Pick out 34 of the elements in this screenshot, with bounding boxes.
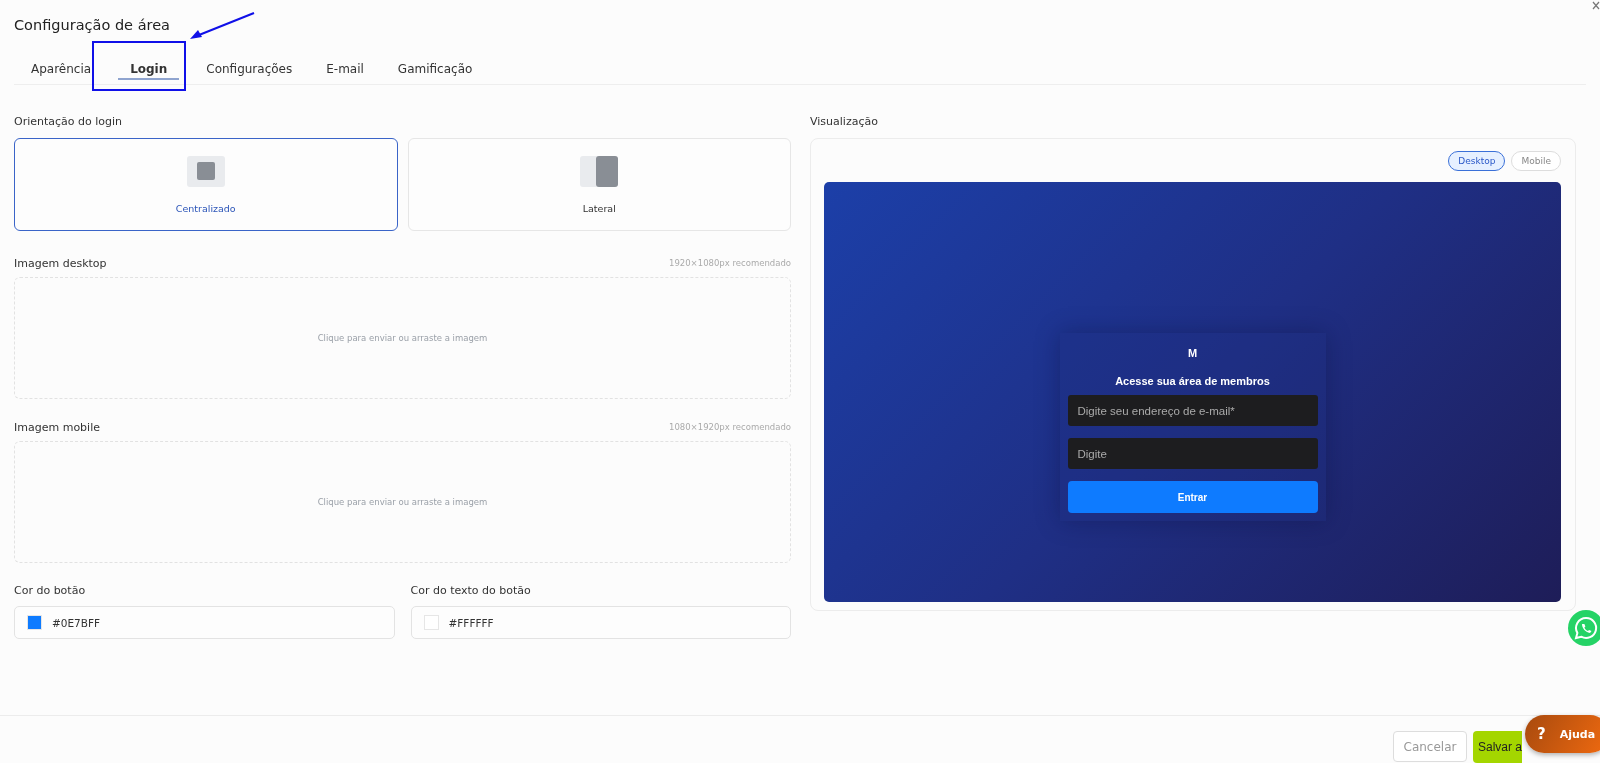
email-input[interactable]: Digite seu endereço de e-mail* bbox=[1067, 395, 1318, 426]
size-hint: 1920×1080px recomendado bbox=[668, 258, 791, 268]
save-button[interactable]: Salvar a bbox=[1473, 731, 1522, 763]
color-swatch[interactable] bbox=[423, 615, 439, 630]
centered-layout-icon bbox=[186, 155, 225, 187]
field-label: Cor do texto do botão bbox=[410, 584, 532, 598]
section-label: Visualização bbox=[810, 115, 879, 129]
close-icon[interactable] bbox=[1592, 1, 1600, 11]
split-layout-icon bbox=[580, 155, 619, 187]
color-swatch[interactable] bbox=[27, 615, 42, 630]
password-input[interactable]: Digite bbox=[1067, 438, 1318, 469]
color-input[interactable]: #FFFFFF bbox=[410, 606, 791, 639]
login-button[interactable]: Entrar bbox=[1067, 481, 1318, 513]
tab[interactable]: Configurações bbox=[189, 54, 310, 84]
tab[interactable]: Gamificação bbox=[380, 54, 490, 84]
field-label: Imagem mobile bbox=[14, 420, 100, 434]
chat-bubble-icon[interactable] bbox=[1568, 610, 1600, 647]
login-heading: Acesse sua área de membros bbox=[1115, 375, 1270, 387]
orientation-option[interactable]: Centralizado bbox=[14, 138, 398, 231]
help-button[interactable]: ? Ajuda bbox=[1525, 715, 1600, 753]
size-hint: 1080×1920px recomendado bbox=[668, 422, 791, 432]
logo-text: M bbox=[1187, 347, 1198, 359]
color-input[interactable]: #0E7BFF bbox=[14, 606, 395, 639]
tab[interactable]: Aparência bbox=[14, 54, 109, 84]
orientation-option[interactable]: Lateral bbox=[407, 138, 791, 231]
tab[interactable]: E-mail bbox=[309, 54, 381, 84]
tab[interactable]: Login bbox=[108, 54, 190, 84]
field-label: Imagem desktop bbox=[14, 256, 107, 270]
annotation-arrow bbox=[190, 12, 255, 39]
window-title: Configuração de área bbox=[14, 17, 170, 35]
field-label: Cor do botão bbox=[14, 584, 87, 598]
preview-mode-toggle[interactable]: Desktop bbox=[1448, 151, 1506, 171]
preview-mode-toggle[interactable]: Mobile bbox=[1511, 151, 1561, 171]
section-label: Orientação do login bbox=[14, 115, 124, 129]
